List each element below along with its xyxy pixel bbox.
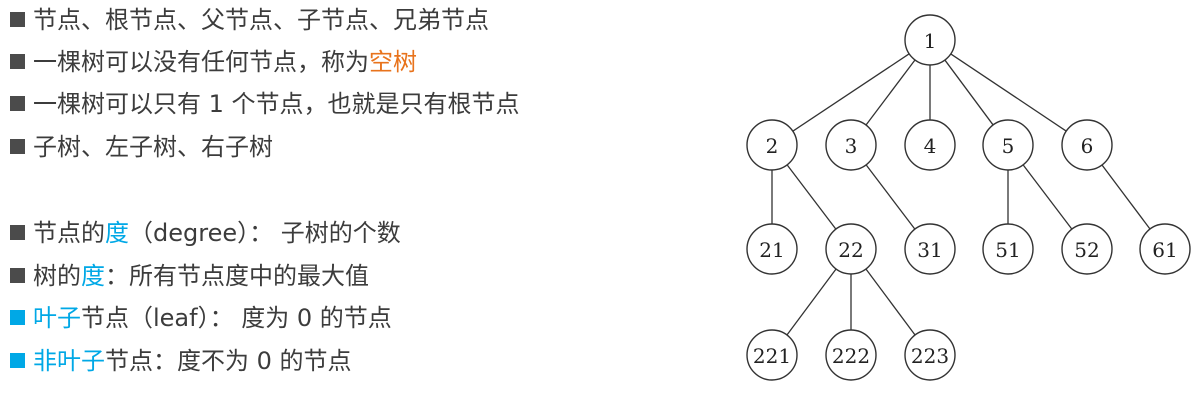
square-bullet-icon [10,96,25,111]
bullet-text: 节点的 [33,219,105,247]
bullet-text: 一棵树可以没有任何节点，称为 [33,48,369,76]
bullet-item: 一棵树可以没有任何节点，称为空树 [10,42,417,82]
bullet-text: 节点：度不为 0 的节点 [105,347,352,375]
tree-node-label: 5 [1002,134,1015,158]
tree-node-label: 51 [995,238,1020,262]
tree-node: 61 [1139,223,1191,275]
tree-node-label: 31 [917,238,942,262]
tree-node-label: 22 [838,238,863,262]
square-bullet-icon [10,268,25,283]
tree-node: 22 [825,223,877,275]
square-bullet-icon [10,310,25,325]
tree-node: 221 [746,329,798,381]
tree-node: 31 [904,223,956,275]
tree-node: 3 [825,119,877,171]
square-bullet-icon [10,353,25,368]
tree-nodes: 1 2 3 4 5 6 21 22 31 51 52 61 221 222 223 [746,14,1191,381]
bullet-text: 度 [81,262,105,290]
tree-node-label: 52 [1074,238,1099,262]
tree-edge [944,59,994,126]
tree-edge [1022,164,1073,230]
tree-diagram: 1 2 3 4 5 6 21 22 31 51 52 61 221 222 223 [746,14,1191,381]
tree-node: 6 [1061,119,1113,171]
tree-node: 51 [982,223,1034,275]
tree-node: 52 [1061,223,1113,275]
tree-node-label: 6 [1081,134,1094,158]
tree-node-label: 3 [845,134,858,158]
tree-node: 223 [904,329,956,381]
bullet-text: 度 [105,219,129,247]
bullet-text: 非叶子 [33,347,105,375]
tree-node-label: 221 [753,344,791,368]
bullet-text: 树的 [33,262,81,290]
tree-edge [865,164,916,230]
bullet-text: 一棵树可以只有 1 个节点，也就是只有根节点 [33,90,520,118]
bullet-text: 节点、根节点、父节点、子节点、兄弟节点 [33,6,489,34]
square-bullet-icon [10,139,25,154]
tree-node-label: 2 [766,134,779,158]
bullet-item: 节点的度（degree）： 子树的个数 [10,213,401,253]
tree-edge [865,59,916,126]
tree-node: 5 [982,119,1034,171]
bullet-text: ：所有节点度中的最大值 [105,262,369,290]
bullet-text: 空树 [369,48,417,76]
bullet-item: 子树、左子树、右子树 [10,127,273,167]
square-bullet-icon [10,54,25,69]
tree-node-label: 4 [924,134,937,158]
bullet-item: 一棵树可以只有 1 个节点，也就是只有根节点 [10,84,520,124]
tree-edge [1101,164,1151,230]
tree-node: 2 [746,119,798,171]
bullet-item: 非叶子节点：度不为 0 的节点 [10,341,352,381]
tree-node: 1 [904,14,956,66]
tree-node-label: 1 [924,29,937,53]
bullet-text: 节点（leaf）： 度为 0 的节点 [81,304,392,332]
tree-edge [786,268,837,336]
tree-edges [771,53,1151,336]
tree-edge [786,164,837,230]
square-bullet-icon [10,12,25,27]
tree-node: 21 [746,223,798,275]
tree-edge [865,268,916,336]
bullet-text: （degree）： 子树的个数 [129,219,401,247]
bullet-item: 树的度：所有节点度中的最大值 [10,256,369,296]
tree-node-label: 21 [759,238,784,262]
tree-node-label: 223 [911,344,949,368]
tree-node: 222 [825,329,877,381]
bullet-text: 叶子 [33,304,81,332]
tree-node: 4 [904,119,956,171]
tree-node-label: 222 [832,344,870,368]
bullet-item: 叶子节点（leaf）： 度为 0 的节点 [10,298,392,338]
bullet-text: 子树、左子树、右子树 [33,133,273,161]
tree-node-label: 61 [1152,238,1177,262]
bullet-item: 节点、根节点、父节点、子节点、兄弟节点 [10,0,489,40]
square-bullet-icon [10,225,25,240]
